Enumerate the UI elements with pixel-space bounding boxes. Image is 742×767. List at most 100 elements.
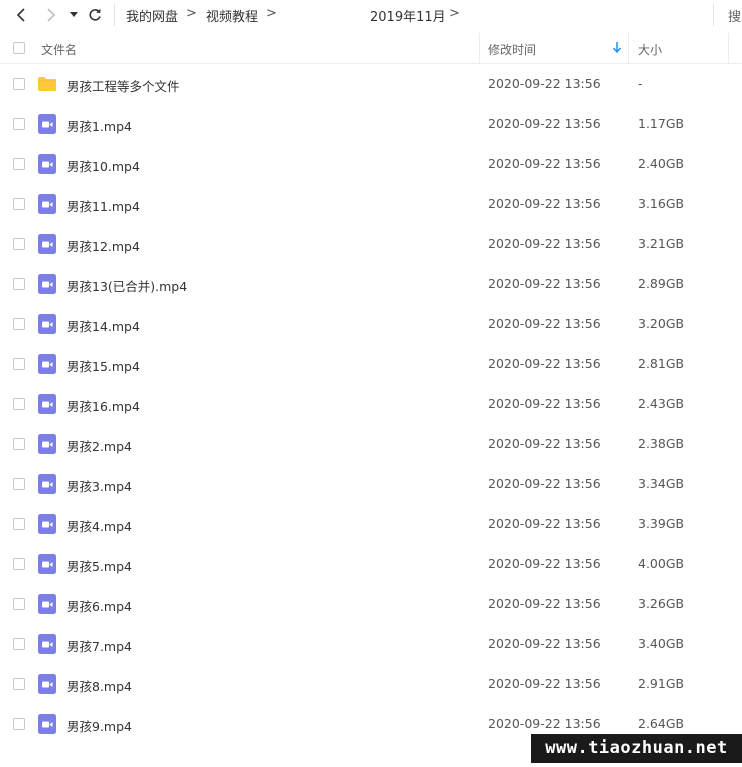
- column-divider[interactable]: [628, 33, 629, 63]
- caret-down-icon: [70, 12, 78, 17]
- forward-button[interactable]: [42, 5, 60, 25]
- back-button[interactable]: [12, 5, 30, 25]
- column-header-modified[interactable]: 修改时间: [488, 41, 536, 58]
- video-file-icon: [38, 354, 56, 374]
- toolbar-divider: [713, 4, 714, 26]
- file-size: 3.21GB: [638, 236, 685, 251]
- breadcrumb-separator: >: [186, 6, 197, 21]
- file-name[interactable]: 男孩5.mp4: [67, 556, 132, 575]
- file-modified-time: 2020-09-22 13:56: [488, 76, 601, 91]
- file-row[interactable]: 男孩2.mp4 2020-09-22 13:56 2.38GB: [0, 424, 742, 464]
- file-name[interactable]: 男孩1.mp4: [67, 116, 132, 135]
- breadcrumb-separator: >: [266, 6, 277, 21]
- breadcrumb-item-video-tutorials[interactable]: 视频教程: [206, 6, 258, 25]
- refresh-button[interactable]: [86, 5, 104, 25]
- search-box[interactable]: 搜: [728, 6, 741, 25]
- video-file-icon: [38, 314, 56, 334]
- file-row[interactable]: 男孩7.mp4 2020-09-22 13:56 3.40GB: [0, 624, 742, 664]
- column-divider[interactable]: [479, 33, 480, 63]
- video-file-icon: [38, 274, 56, 294]
- file-name[interactable]: 男孩8.mp4: [67, 676, 132, 695]
- file-name[interactable]: 男孩2.mp4: [67, 436, 132, 455]
- file-modified-time: 2020-09-22 13:56: [488, 516, 601, 531]
- row-checkbox[interactable]: [13, 158, 25, 170]
- sort-descending-icon[interactable]: [612, 42, 622, 54]
- video-file-icon: [38, 474, 56, 494]
- file-name[interactable]: 男孩13(已合并).mp4: [67, 276, 187, 295]
- file-name[interactable]: 男孩14.mp4: [67, 316, 140, 335]
- file-size: 3.20GB: [638, 316, 685, 331]
- file-size: 4.00GB: [638, 556, 685, 571]
- file-row[interactable]: 男孩10.mp4 2020-09-22 13:56 2.40GB: [0, 144, 742, 184]
- file-name[interactable]: 男孩工程等多个文件: [67, 76, 180, 95]
- file-name[interactable]: 男孩4.mp4: [67, 516, 132, 535]
- row-checkbox[interactable]: [13, 278, 25, 290]
- file-row[interactable]: 男孩11.mp4 2020-09-22 13:56 3.16GB: [0, 184, 742, 224]
- file-name[interactable]: 男孩9.mp4: [67, 716, 132, 735]
- file-modified-time: 2020-09-22 13:56: [488, 316, 601, 331]
- file-size: 2.43GB: [638, 396, 685, 411]
- video-file-icon: [38, 594, 56, 614]
- row-checkbox[interactable]: [13, 518, 25, 530]
- file-row[interactable]: 男孩工程等多个文件 2020-09-22 13:56 -: [0, 64, 742, 104]
- row-checkbox[interactable]: [13, 118, 25, 130]
- file-row[interactable]: 男孩14.mp4 2020-09-22 13:56 3.20GB: [0, 304, 742, 344]
- file-name[interactable]: 男孩10.mp4: [67, 156, 140, 175]
- file-size: 2.91GB: [638, 676, 685, 691]
- row-checkbox[interactable]: [13, 718, 25, 730]
- video-file-icon: [38, 634, 56, 654]
- row-checkbox[interactable]: [13, 678, 25, 690]
- file-row[interactable]: 男孩15.mp4 2020-09-22 13:56 2.81GB: [0, 344, 742, 384]
- select-all-checkbox[interactable]: [13, 42, 25, 54]
- file-modified-time: 2020-09-22 13:56: [488, 476, 601, 491]
- file-size: 2.89GB: [638, 276, 685, 291]
- file-row[interactable]: 男孩8.mp4 2020-09-22 13:56 2.91GB: [0, 664, 742, 704]
- video-file-icon: [38, 394, 56, 414]
- column-divider[interactable]: [728, 33, 729, 63]
- file-modified-time: 2020-09-22 13:56: [488, 356, 601, 371]
- row-checkbox[interactable]: [13, 358, 25, 370]
- file-name[interactable]: 男孩11.mp4: [67, 196, 140, 215]
- file-name[interactable]: 男孩7.mp4: [67, 636, 132, 655]
- file-row[interactable]: 男孩1.mp4 2020-09-22 13:56 1.17GB: [0, 104, 742, 144]
- file-size: 2.38GB: [638, 436, 685, 451]
- file-size: 3.34GB: [638, 476, 685, 491]
- file-row[interactable]: 男孩4.mp4 2020-09-22 13:56 3.39GB: [0, 504, 742, 544]
- file-size: 2.40GB: [638, 156, 685, 171]
- row-checkbox[interactable]: [13, 638, 25, 650]
- row-checkbox[interactable]: [13, 438, 25, 450]
- file-name[interactable]: 男孩16.mp4: [67, 396, 140, 415]
- file-name[interactable]: 男孩6.mp4: [67, 596, 132, 615]
- breadcrumb-item-my-drive[interactable]: 我的网盘: [126, 6, 178, 25]
- file-row[interactable]: 男孩6.mp4 2020-09-22 13:56 3.26GB: [0, 584, 742, 624]
- row-checkbox[interactable]: [13, 78, 25, 90]
- video-file-icon: [38, 194, 56, 214]
- chevron-right-icon: [47, 8, 56, 22]
- row-checkbox[interactable]: [13, 598, 25, 610]
- video-file-icon: [38, 674, 56, 694]
- video-file-icon: [38, 514, 56, 534]
- row-checkbox[interactable]: [13, 398, 25, 410]
- row-checkbox[interactable]: [13, 238, 25, 250]
- row-checkbox[interactable]: [13, 318, 25, 330]
- watermark: www.tiaozhuan.net: [531, 734, 742, 763]
- file-name[interactable]: 男孩3.mp4: [67, 476, 132, 495]
- row-checkbox[interactable]: [13, 198, 25, 210]
- file-modified-time: 2020-09-22 13:56: [488, 556, 601, 571]
- file-name[interactable]: 男孩15.mp4: [67, 356, 140, 375]
- breadcrumb-item-current-folder[interactable]: 2019年11月: [370, 6, 446, 25]
- file-name[interactable]: 男孩12.mp4: [67, 236, 140, 255]
- file-row[interactable]: 男孩13(已合并).mp4 2020-09-22 13:56 2.89GB: [0, 264, 742, 304]
- column-header-size[interactable]: 大小: [638, 41, 662, 58]
- column-header-name[interactable]: 文件名: [41, 41, 77, 58]
- file-row[interactable]: 男孩5.mp4 2020-09-22 13:56 4.00GB: [0, 544, 742, 584]
- row-checkbox[interactable]: [13, 478, 25, 490]
- file-row[interactable]: 男孩16.mp4 2020-09-22 13:56 2.43GB: [0, 384, 742, 424]
- file-row[interactable]: 男孩3.mp4 2020-09-22 13:56 3.34GB: [0, 464, 742, 504]
- row-checkbox[interactable]: [13, 558, 25, 570]
- history-dropdown-button[interactable]: [68, 5, 80, 25]
- file-row[interactable]: 男孩12.mp4 2020-09-22 13:56 3.21GB: [0, 224, 742, 264]
- navigation-bar: 我的网盘 > 视频教程 > 2019年11月 > 搜: [0, 0, 742, 30]
- file-modified-time: 2020-09-22 13:56: [488, 196, 601, 211]
- file-modified-time: 2020-09-22 13:56: [488, 396, 601, 411]
